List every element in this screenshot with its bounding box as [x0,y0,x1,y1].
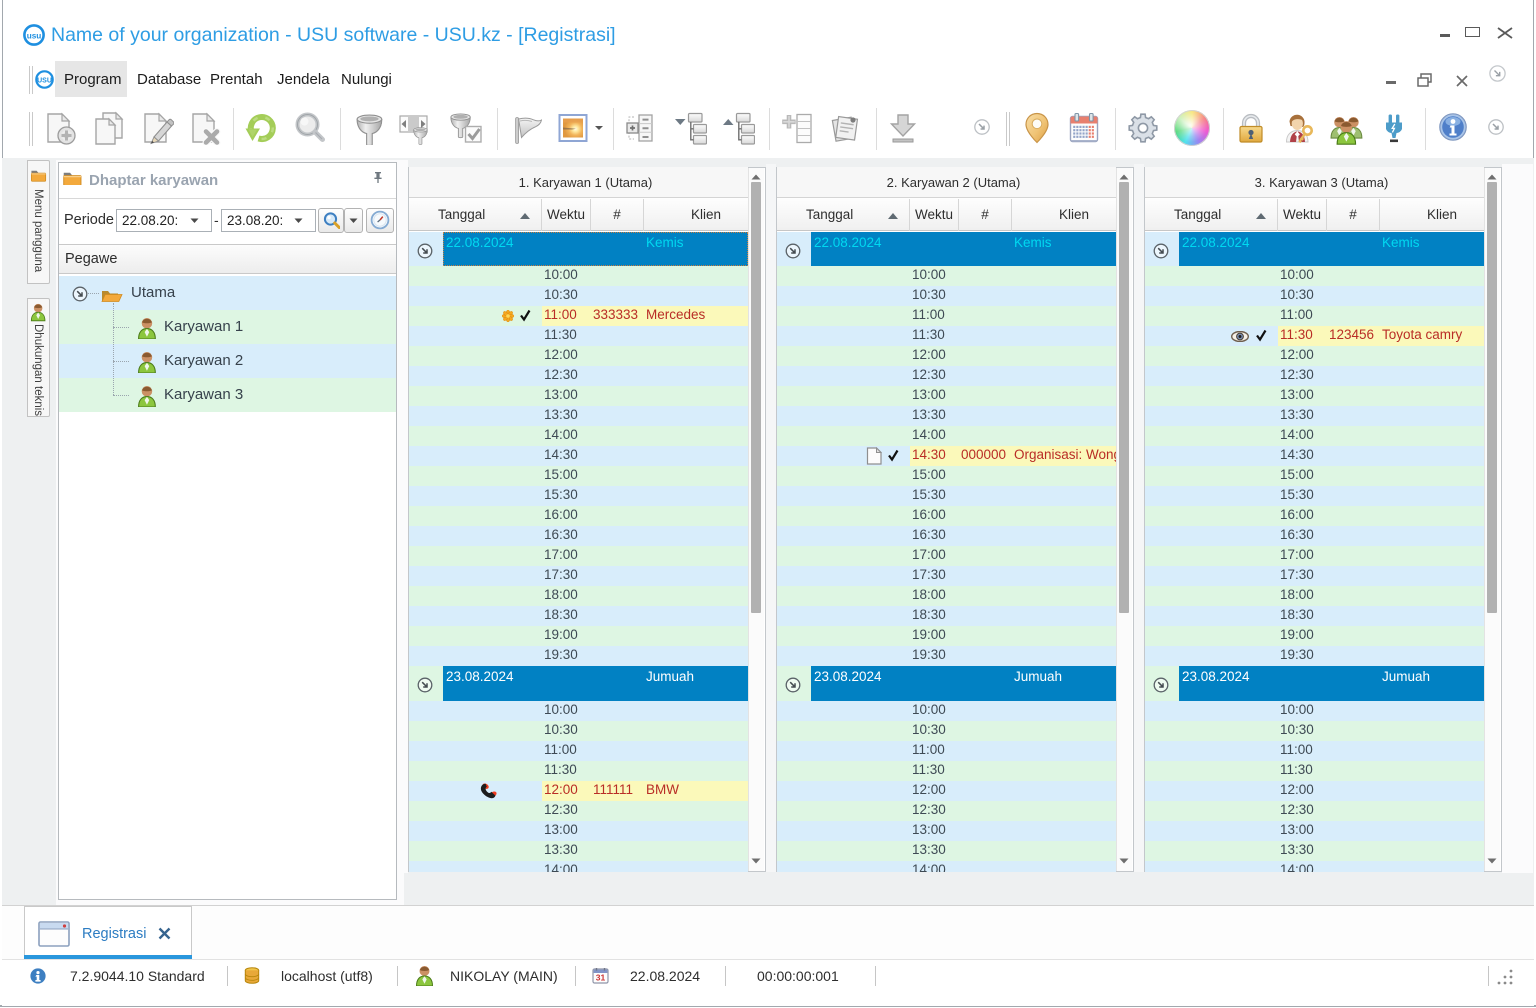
svg-text:USU: USU [37,78,52,85]
svg-text:usu: usu [27,32,42,41]
svg-text:31: 31 [596,973,606,983]
